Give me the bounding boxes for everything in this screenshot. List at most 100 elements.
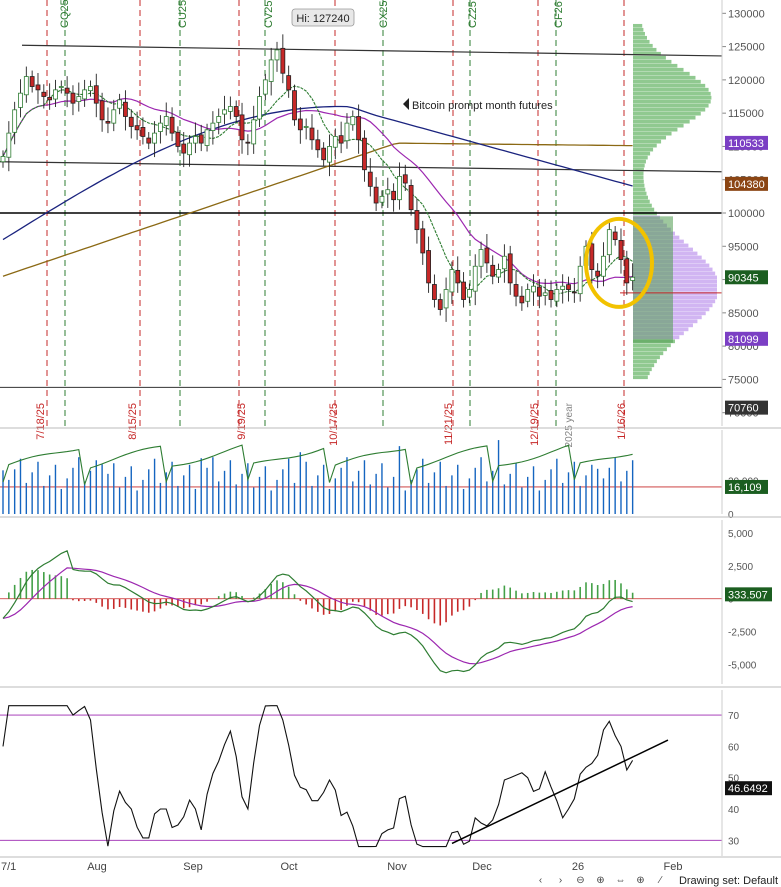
candle-body xyxy=(53,89,58,100)
rsi-tick-label: 70 xyxy=(728,711,740,722)
candle-body xyxy=(309,127,315,141)
candle-body xyxy=(630,276,636,281)
date-marker-label: 9/19/25 xyxy=(236,403,248,440)
rsi-panel[interactable]: 706050403046.6492 xyxy=(0,686,781,856)
draw-line-icon[interactable]: ∕ xyxy=(654,875,667,886)
volume-badge-label: 16,109 xyxy=(728,482,762,494)
volume-profile-bar xyxy=(633,23,643,28)
volume-profile-bar xyxy=(633,59,672,64)
volume-profile-bar xyxy=(633,79,701,84)
volume-profile-bar xyxy=(633,171,644,176)
candle-body xyxy=(618,240,624,260)
macd-panel[interactable]: 5,0002,5000-2,500-5,000333.507 xyxy=(0,516,781,684)
candle-body xyxy=(303,126,309,128)
candle-body xyxy=(99,100,105,121)
x-axis-label: Dec xyxy=(472,861,492,873)
candle-body xyxy=(239,114,245,141)
candle-body xyxy=(397,175,402,201)
candle-body xyxy=(426,250,431,284)
candle-body xyxy=(601,255,606,277)
candle-body xyxy=(513,284,519,297)
candle-body xyxy=(525,289,531,302)
volume-profile-bar xyxy=(633,111,701,116)
candle-body xyxy=(560,285,566,290)
volume-profile-bar xyxy=(633,159,646,164)
candle-body xyxy=(379,195,385,203)
candle-body xyxy=(23,76,29,96)
scroll-left-icon[interactable]: ‹ xyxy=(534,875,547,886)
rsi-line xyxy=(2,705,634,848)
candle-body xyxy=(175,131,181,147)
candle-body xyxy=(268,59,274,82)
expiry-label: CQ25 xyxy=(59,0,71,28)
price-tick-label: 130000 xyxy=(728,8,765,20)
zoom-out-icon[interactable]: ⇔ xyxy=(614,875,627,886)
macd-tick-label: -2,500 xyxy=(728,628,757,639)
x-axis: 7/1 Aug Sep Oct Nov Dec 26 Feb xyxy=(0,856,781,873)
candle-body xyxy=(542,292,548,296)
expiry-label: CX25 xyxy=(378,0,390,28)
crosshair-icon[interactable]: ⊕ xyxy=(634,875,647,886)
candle-body xyxy=(344,122,350,142)
price-tick-label: 75000 xyxy=(728,374,759,386)
candle-body xyxy=(222,109,227,115)
candle-body xyxy=(484,247,490,264)
hi-callout: Hi: 127240 xyxy=(291,8,355,27)
candle-body xyxy=(286,75,292,91)
volume-profile-bar xyxy=(633,67,684,72)
drawing-set-label[interactable]: Drawing set: Default xyxy=(679,875,778,887)
price-badge-label: 110533 xyxy=(728,138,764,150)
candle-body xyxy=(163,116,169,126)
candle-body xyxy=(128,116,134,127)
candle-body xyxy=(64,87,70,94)
date-marker-label: 1/16/26 xyxy=(616,403,628,440)
volume-profile-bar xyxy=(633,103,709,108)
candle-body xyxy=(373,186,379,204)
macd-signal-line xyxy=(2,567,633,665)
candle-body xyxy=(169,116,175,134)
volume-profile-bar xyxy=(633,343,671,348)
rsi-tick-label: 60 xyxy=(728,742,740,753)
volume-profile-bar xyxy=(633,91,711,96)
volume-profile-bar xyxy=(633,39,650,44)
volume-profile-bar xyxy=(633,347,667,352)
candle-body xyxy=(589,243,595,270)
expiry-label: CF26 xyxy=(553,1,565,28)
candle-body xyxy=(414,210,420,231)
volume-profile-bar xyxy=(633,127,678,132)
volume-profile-bar xyxy=(633,183,645,188)
chart-canvas[interactable]: CQ25 CU25 CV25 CX25 CZ25 CF26 7/18/25 8/15/25 9/… xyxy=(0,0,781,887)
scroll-right-icon[interactable]: › xyxy=(554,875,567,886)
candle-body xyxy=(496,269,501,278)
rsi-trendline xyxy=(451,739,669,845)
zoom-in-icon[interactable]: ⊕ xyxy=(594,875,607,886)
price-tick-label: 100000 xyxy=(728,208,765,220)
candle-body xyxy=(47,96,53,101)
reset-icon[interactable]: ⊖ xyxy=(574,875,587,886)
candle-body xyxy=(367,171,373,187)
volume-profile-bar xyxy=(633,207,655,212)
candle-body xyxy=(251,119,257,145)
volume-profile-bar xyxy=(633,195,648,200)
candle-body xyxy=(204,129,210,146)
candle-body xyxy=(227,106,233,112)
candle-body xyxy=(140,127,146,137)
price-panel[interactable]: CQ25 CU25 CV25 CX25 CZ25 CF26 7/18/25 8/15/25 9/… xyxy=(0,0,768,447)
candle-body xyxy=(192,136,198,144)
candle-body xyxy=(216,116,222,123)
candle-body xyxy=(181,143,187,154)
candle-body xyxy=(315,139,321,151)
candle-body xyxy=(571,291,577,294)
macd-tick-label: 2,500 xyxy=(728,562,753,573)
candle-body xyxy=(198,134,204,144)
candle-body xyxy=(134,125,140,131)
volume-panel[interactable]: 20,000016,109 xyxy=(0,427,781,521)
volume-profile-bar xyxy=(633,355,660,360)
candle-body xyxy=(257,96,262,120)
volume-profile-bar xyxy=(633,27,644,32)
candle-body xyxy=(443,289,449,309)
candle-body xyxy=(158,122,163,132)
candle-body xyxy=(356,116,362,141)
volume-profile-bar xyxy=(633,351,664,356)
volume-profile-bar xyxy=(633,31,645,36)
